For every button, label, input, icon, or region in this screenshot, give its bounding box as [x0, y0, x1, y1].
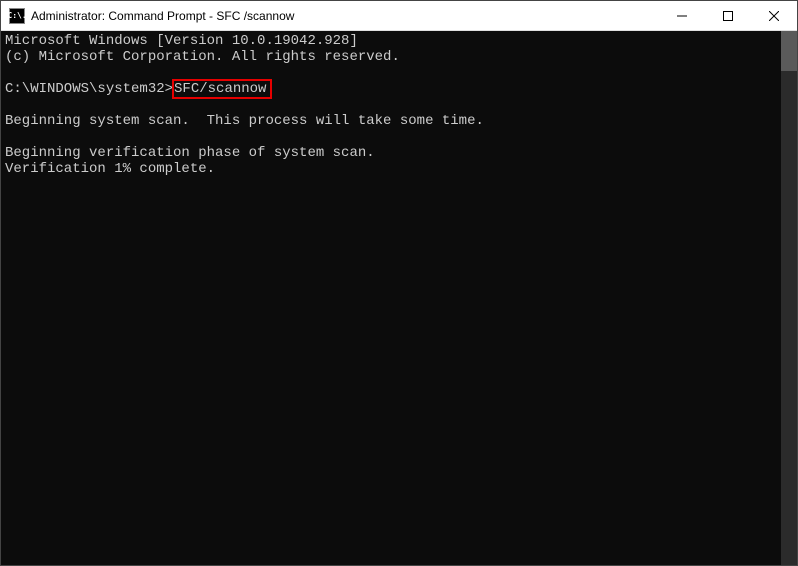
command-prompt-window: C:\. Administrator: Command Prompt - SFC… [0, 0, 798, 566]
minimize-button[interactable] [659, 1, 705, 30]
window-title: Administrator: Command Prompt - SFC /sca… [31, 9, 659, 23]
app-icon: C:\. [9, 8, 25, 24]
copyright-line: (c) Microsoft Corporation. All rights re… [5, 49, 777, 65]
terminal-content: Microsoft Windows [Version 10.0.19042.92… [1, 31, 781, 565]
maximize-icon [723, 11, 733, 21]
scan-begin-line: Beginning system scan. This process will… [5, 113, 777, 129]
version-line: Microsoft Windows [Version 10.0.19042.92… [5, 33, 777, 49]
command-line: C:\WINDOWS\system32>SFC/scannow [5, 81, 777, 97]
command-highlight: SFC/scannow [172, 79, 272, 99]
app-icon-text: C:\. [7, 11, 26, 20]
maximize-button[interactable] [705, 1, 751, 30]
vertical-scrollbar[interactable] [781, 31, 797, 565]
minimize-icon [677, 11, 687, 21]
window-controls [659, 1, 797, 30]
prompt-path: C:\WINDOWS\system32> [5, 81, 173, 97]
scrollbar-thumb[interactable] [781, 31, 797, 71]
terminal-area[interactable]: Microsoft Windows [Version 10.0.19042.92… [1, 31, 797, 565]
blank-line [5, 65, 777, 81]
close-button[interactable] [751, 1, 797, 30]
verify-begin-line: Beginning verification phase of system s… [5, 145, 777, 161]
blank-line-3 [5, 129, 777, 145]
progress-line: Verification 1% complete. [5, 161, 777, 177]
blank-line-2 [5, 97, 777, 113]
close-icon [769, 11, 779, 21]
titlebar[interactable]: C:\. Administrator: Command Prompt - SFC… [1, 1, 797, 31]
